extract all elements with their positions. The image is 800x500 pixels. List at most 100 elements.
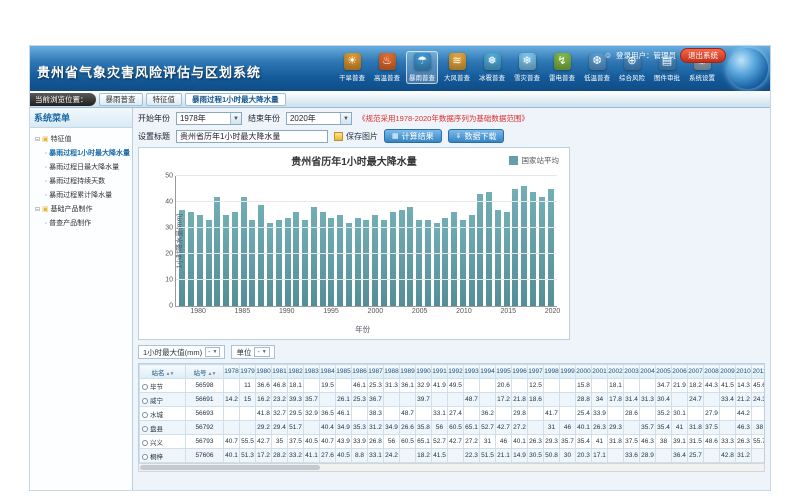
nav-item-4[interactable]: ≋ 大风普查 xyxy=(441,51,473,84)
col-header-year[interactable]: 1989 xyxy=(399,365,415,379)
sort-icon[interactable]: ▲▼ xyxy=(166,371,174,377)
col-header-year[interactable]: 1990 xyxy=(415,365,431,379)
col-header-year[interactable]: 2006 xyxy=(671,365,687,379)
col-header-year[interactable]: 1981 xyxy=(271,365,287,379)
start-year-select[interactable]: 1978年 ▼ xyxy=(176,112,242,125)
table-row[interactable]: 毕节565981136.646.818.119.546.125.331.336.… xyxy=(139,379,765,393)
bar-1992 xyxy=(302,220,308,306)
data-download-button[interactable]: ⇓ 数据下载 xyxy=(448,129,505,143)
data-range-notice: 《规范采用1978-2020年数据序列为基础数据范围》 xyxy=(358,113,529,124)
value-cell: 34.9 xyxy=(383,421,399,435)
col-header-year[interactable]: 1994 xyxy=(479,365,495,379)
col-header-year[interactable]: 2010 xyxy=(735,365,751,379)
col-header-year[interactable]: 2003 xyxy=(623,365,639,379)
unit-filter-select[interactable]: - ▼ xyxy=(254,347,269,357)
value-cell xyxy=(639,407,655,421)
nav-item-3[interactable]: ☂ 暴雨普查 xyxy=(406,51,438,84)
table-row[interactable]: 兴义5679340.755.542.73537.540.540.743.933.… xyxy=(139,435,765,449)
end-year-select[interactable]: 2020年 ▼ xyxy=(286,112,352,125)
col-header-year[interactable]: 2002 xyxy=(607,365,623,379)
value-cell: 11 xyxy=(239,379,255,393)
value-cell: 14.9 xyxy=(511,449,527,463)
value-cell: 26.8 xyxy=(367,435,383,449)
table-row[interactable]: 盘县5679229.229.451.740.434.935.331.234.92… xyxy=(139,421,765,435)
col-header-year[interactable]: 1999 xyxy=(559,365,575,379)
col-header-year[interactable]: 1980 xyxy=(255,365,271,379)
col-header-year[interactable]: 2008 xyxy=(703,365,719,379)
col-header-year[interactable]: 1997 xyxy=(527,365,543,379)
value-cell: 65.1 xyxy=(463,421,479,435)
breadcrumb-tab[interactable]: 暴雨普查 xyxy=(99,93,143,106)
tree-item[interactable]: ▫ 暴雨过程累计降水量 xyxy=(32,188,130,202)
nav-item-2[interactable]: ♨ 高温普查 xyxy=(371,51,403,84)
tree-item[interactable]: ▫ 暴雨过程日最大降水量 xyxy=(32,160,130,174)
col-header-year[interactable]: 1993 xyxy=(463,365,479,379)
breadcrumb-tab[interactable]: 暴雨过程1小时最大降水量 xyxy=(185,93,286,106)
bar-1997 xyxy=(346,223,352,306)
col-header-year[interactable]: 1998 xyxy=(543,365,559,379)
col-header-year[interactable]: 1979 xyxy=(239,365,255,379)
col-header-year[interactable]: 2004 xyxy=(639,365,655,379)
row-radio[interactable] xyxy=(142,454,148,460)
nav-item-6[interactable]: ❄ 雪灾普查 xyxy=(511,51,543,84)
row-radio[interactable] xyxy=(142,426,148,432)
value-cell: 26.1 xyxy=(335,393,351,407)
station-id-cell: 57606 xyxy=(185,449,223,463)
col-header-year[interactable]: 2009 xyxy=(719,365,735,379)
col-header-year[interactable]: 2007 xyxy=(687,365,703,379)
value-cell: 51.3 xyxy=(239,449,255,463)
main-panel: 开始年份 1978年 ▼ 结束年份 2020年 ▼ 《规范采用1978-2020… xyxy=(133,108,770,490)
col-header-station[interactable]: 站名▲▼ xyxy=(139,365,185,379)
col-header-id[interactable]: 站号▲▼ xyxy=(185,365,223,379)
table-row[interactable]: 威宁5669114.21516.223.239.335.726.125.336.… xyxy=(139,393,765,407)
col-header-year[interactable]: 1992 xyxy=(447,365,463,379)
station-id-cell: 56792 xyxy=(185,421,223,435)
logout-button[interactable]: 退出系统 xyxy=(680,48,726,63)
table-row[interactable]: 水城5669341.832.729.532.936.546.138.348.73… xyxy=(139,407,765,421)
col-header-year[interactable]: 2000 xyxy=(575,365,591,379)
horizontal-scrollbar[interactable] xyxy=(138,463,765,472)
table-row[interactable]: 桐梓5760640.151.317.228.233.241.127.640.58… xyxy=(139,449,765,463)
calc-result-button[interactable]: ▦ 计算结果 xyxy=(384,129,442,143)
tree-collapse-icon[interactable]: ⊟ xyxy=(35,137,40,143)
nav-item-7[interactable]: ↯ 雷电普查 xyxy=(546,51,578,84)
value-cell: 33.1 xyxy=(367,449,383,463)
col-header-year[interactable]: 1987 xyxy=(367,365,383,379)
row-radio[interactable] xyxy=(142,398,148,404)
nav-item-1[interactable]: ☀ 干旱普查 xyxy=(336,51,368,84)
save-image-button[interactable]: 保存图片 xyxy=(334,131,378,142)
tree-collapse-icon[interactable]: ⊟ xyxy=(35,207,40,213)
breadcrumb-tab[interactable]: 特征值 xyxy=(146,93,183,106)
tree-item[interactable]: ▫ 暴雨过程1小时最大降水量 xyxy=(32,146,130,160)
row-radio[interactable] xyxy=(142,384,148,390)
col-header-year[interactable]: 1988 xyxy=(383,365,399,379)
metric-filter-select[interactable]: - ▼ xyxy=(205,347,220,357)
tree-item[interactable]: ▫ 暴雨过程持续天数 xyxy=(32,174,130,188)
tree-item[interactable]: ▫ 普查产品制作 xyxy=(32,216,130,230)
row-radio[interactable] xyxy=(142,412,148,418)
col-header-year[interactable]: 1978 xyxy=(223,365,239,379)
col-header-year[interactable]: 1985 xyxy=(335,365,351,379)
tree-group[interactable]: ⊟ ▣ 特征值 xyxy=(32,132,130,146)
bar-2000 xyxy=(372,215,378,306)
col-header-year[interactable]: 1986 xyxy=(351,365,367,379)
col-header-year[interactable]: 1996 xyxy=(511,365,527,379)
col-header-year[interactable]: 1983 xyxy=(303,365,319,379)
chart-legend[interactable]: 国家站平均 xyxy=(509,155,559,166)
value-cell: 35.7 xyxy=(559,435,575,449)
row-radio[interactable] xyxy=(142,440,148,446)
nav-item-5[interactable]: ❅ 冰雹普查 xyxy=(476,51,508,84)
bar-2018 xyxy=(530,192,536,306)
bar-1985 xyxy=(241,197,247,306)
scrollbar-thumb[interactable] xyxy=(140,465,320,470)
col-header-year[interactable]: 1982 xyxy=(287,365,303,379)
col-header-year[interactable]: 1984 xyxy=(319,365,335,379)
tree-group[interactable]: ⊟ ▣ 基础产品制作 xyxy=(32,202,130,216)
chart-title-input[interactable]: 贵州省历年1小时最大降水量 xyxy=(176,130,328,143)
col-header-year[interactable]: 2005 xyxy=(655,365,671,379)
col-header-year[interactable]: 1991 xyxy=(431,365,447,379)
col-header-year[interactable]: 2011 xyxy=(751,365,765,379)
sort-icon[interactable]: ▲▼ xyxy=(208,371,216,377)
col-header-year[interactable]: 2001 xyxy=(591,365,607,379)
col-header-year[interactable]: 1995 xyxy=(495,365,511,379)
